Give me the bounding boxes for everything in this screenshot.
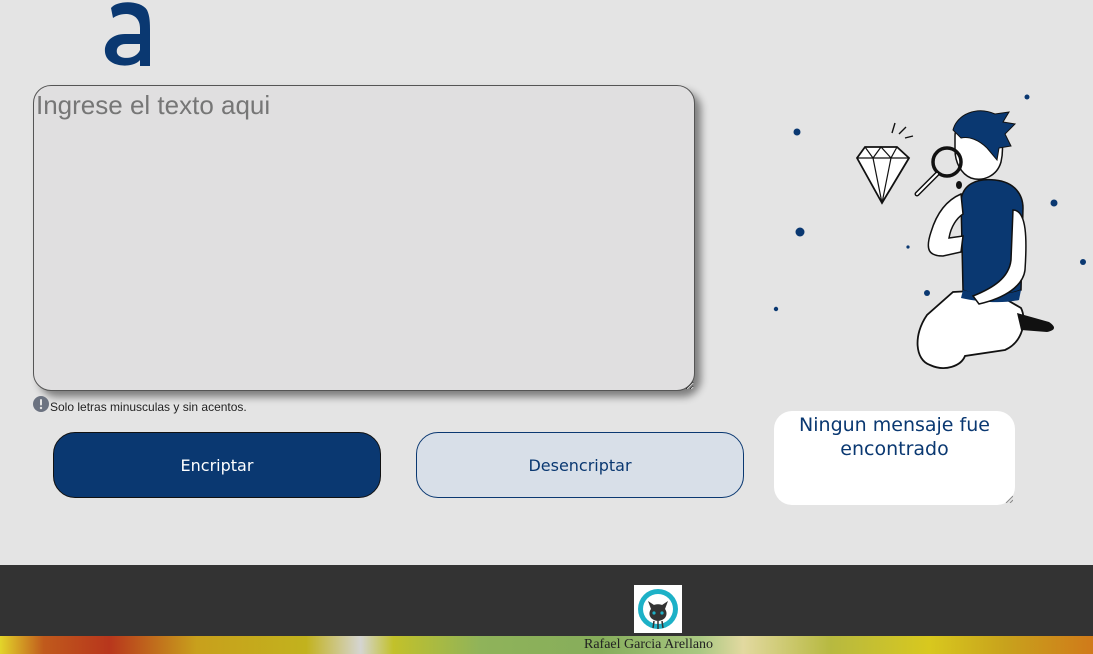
github-octocat-icon[interactable] xyxy=(634,585,682,633)
exclamation-circle-icon xyxy=(33,396,49,412)
decrypt-button[interactable]: Desencriptar xyxy=(416,432,744,498)
resize-grip-icon[interactable] xyxy=(1005,495,1013,503)
result-message: Ningun mensaje fue encontrado xyxy=(799,414,990,460)
hint-text: Solo letras minusculas y sin acentos. xyxy=(50,400,247,414)
alura-logo-icon xyxy=(104,2,150,67)
message-input[interactable] xyxy=(33,85,695,391)
input-hint: Solo letras minusculas y sin acentos. xyxy=(33,394,247,414)
result-output: Ningun mensaje fue encontrado xyxy=(774,411,1015,505)
encrypt-button[interactable]: Encriptar xyxy=(53,432,381,498)
footer-color-bar xyxy=(0,636,1093,654)
man-with-magnifying-glass-diamond-icon xyxy=(773,94,1086,369)
author-name: Rafael Garcia Arellano xyxy=(584,637,714,652)
